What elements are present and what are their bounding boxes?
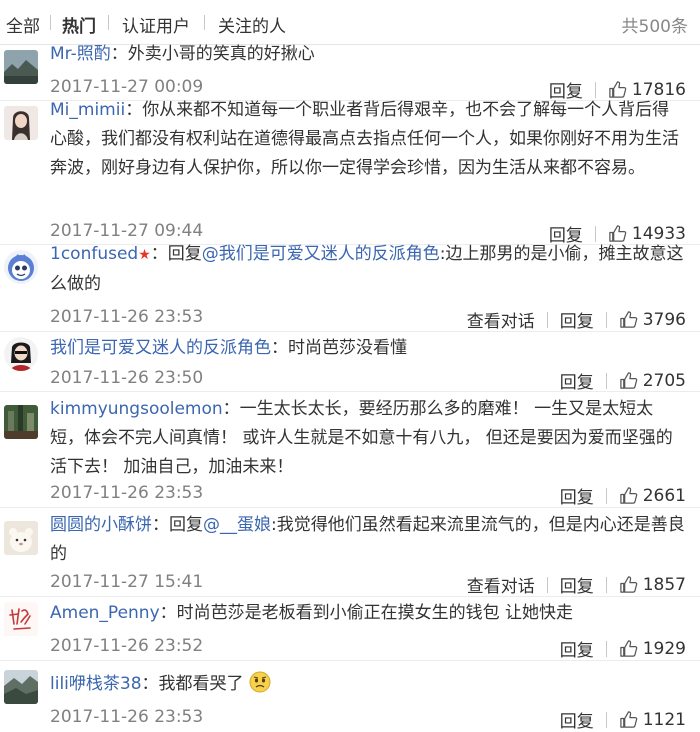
comment-timestamp: 2017-11-27 15:41 [50,572,204,592]
comment-timestamp: 2017-11-26 23:53 [50,707,204,727]
reply-prefix: 回复 [169,515,203,535]
comment-text: 我都看哭了 [158,674,244,694]
reply-button[interactable]: 回复 [560,707,594,732]
colon: ： [271,338,288,358]
reply-button[interactable]: 回复 [560,483,594,508]
divider [605,311,607,328]
divider [605,372,607,389]
reply-button[interactable]: 回复 [560,636,594,661]
comment-timestamp: 2017-11-27 09:44 [50,221,204,241]
comment-text: 外卖小哥的笑真的好揪心 [127,44,315,64]
comment-timestamp: 2017-11-27 00:09 [50,77,204,97]
reply-button[interactable]: 回复 [560,572,594,597]
divider [605,576,607,593]
colon: ： [110,44,128,64]
colon: ： [159,603,177,623]
comment-timestamp: 2017-11-26 23:52 [50,636,204,656]
like-count: 1857 [642,574,686,595]
avatar[interactable] [4,670,38,704]
comment-username[interactable]: Mi_mimii [50,100,125,120]
sad-face-emoji-icon [249,671,271,693]
comment-count: 共500条 [621,17,688,37]
avatar[interactable] [4,405,38,439]
like-count: 2661 [642,485,686,506]
divider [605,487,607,504]
comment-timestamp: 2017-11-26 23:50 [50,368,204,388]
avatar[interactable] [4,250,38,284]
comment-item: Amen_Penny：时尚芭莎是老板看到小偷正在摸女生的钱包 让她快走 2017… [0,596,700,661]
red-star-icon: ★ [138,247,151,263]
mention-link[interactable]: @我们是可爱又迷人的反派角色 [202,244,440,264]
comment-item: Mr-照酌：外卖小哥的笑真的好揪心 2017-11-27 00:09 回复 17… [0,44,700,102]
like-count: 1121 [642,709,686,730]
divider [605,711,607,728]
thumbs-up-icon[interactable] [619,639,638,658]
comment-timestamp: 2017-11-26 23:53 [50,483,204,503]
comment-username[interactable]: Mr-照酌 [50,44,111,64]
divider [546,311,548,328]
comment-item: Mi_mimii：你从来都不知道每一个职业者背后得艰辛，也不会了解每一个人背后得… [0,100,700,246]
reply-button[interactable]: 回复 [560,307,594,332]
comment-item: kimmyungsoolemon：一生太长太长，要经历那么多的磨难！ 一生又是太… [0,391,700,508]
mention-link[interactable]: @__蛋娘 [203,515,271,535]
like-count: 3796 [642,309,686,330]
view-conversation-link[interactable]: 查看对话 [467,572,535,597]
avatar[interactable] [4,106,38,140]
avatar[interactable] [4,521,38,555]
comment-item: lili咿栈茶38：我都看哭了 2017-11-26 23:53 回复 1121 [0,660,700,732]
thumbs-up-icon[interactable] [619,486,638,505]
tab-all[interactable]: 全部 [6,12,40,37]
comment-text: 你从来都不知道每一个职业者背后得艰辛，也不会了解每一个人背后得心酸，我们都没有权… [50,100,679,178]
divider [546,576,548,593]
thumbs-up-icon[interactable] [619,310,638,329]
thumbs-up-icon[interactable] [619,575,638,594]
comment-timestamp: 2017-11-26 23:53 [50,307,204,327]
thumbs-up-icon[interactable] [619,371,638,390]
colon: ： [150,244,168,264]
tab-divider [204,15,205,30]
tab-following[interactable]: 关注的人 [218,12,286,37]
comment-username[interactable]: 1confused [50,244,138,264]
reply-prefix: 回复 [167,244,202,264]
like-count: 2705 [642,370,686,391]
thumbs-up-icon[interactable] [619,710,638,729]
colon: ： [152,515,169,535]
comment-text: 时尚芭莎没看懂 [288,338,407,358]
reply-button[interactable]: 回复 [560,368,594,393]
tab-divider [50,15,51,30]
avatar[interactable] [4,602,38,636]
colon: ： [141,674,159,694]
colon: ： [125,100,143,120]
comment-item: 1confused★：回复@我们是可爱又迷人的反派角色:边上那男的是小偷，摊主故… [0,244,700,332]
comment-item: 圆圆的小酥饼：回复@__蛋娘:我觉得他们虽然看起来流里流气的，但是内心还是善良的… [0,507,700,597]
comment-username[interactable]: Amen_Penny [50,603,160,623]
comment-username[interactable]: kimmyungsoolemon [50,399,223,419]
comment-username[interactable]: lili咿栈茶38 [50,674,142,694]
comment-item: 我们是可爱又迷人的反派角色：时尚芭莎没看懂 2017-11-26 23:50 回… [0,331,700,393]
comment-username[interactable]: 圆圆的小酥饼 [50,515,152,535]
colon: ： [222,399,240,419]
like-count: 1929 [642,638,686,659]
tab-divider [108,15,109,30]
view-conversation-link[interactable]: 查看对话 [467,307,535,332]
comment-username[interactable]: 我们是可爱又迷人的反派角色 [50,338,271,358]
comment-filter-tabs: 全部 热门 认证用户 关注的人 共500条 [0,0,700,45]
avatar[interactable] [4,50,38,84]
tab-verified[interactable]: 认证用户 [122,12,190,37]
tab-hot[interactable]: 热门 [62,12,96,37]
divider [605,640,607,657]
avatar[interactable] [4,337,38,371]
comment-text: 时尚芭莎是老板看到小偷正在摸女生的钱包 让她快走 [176,603,574,623]
